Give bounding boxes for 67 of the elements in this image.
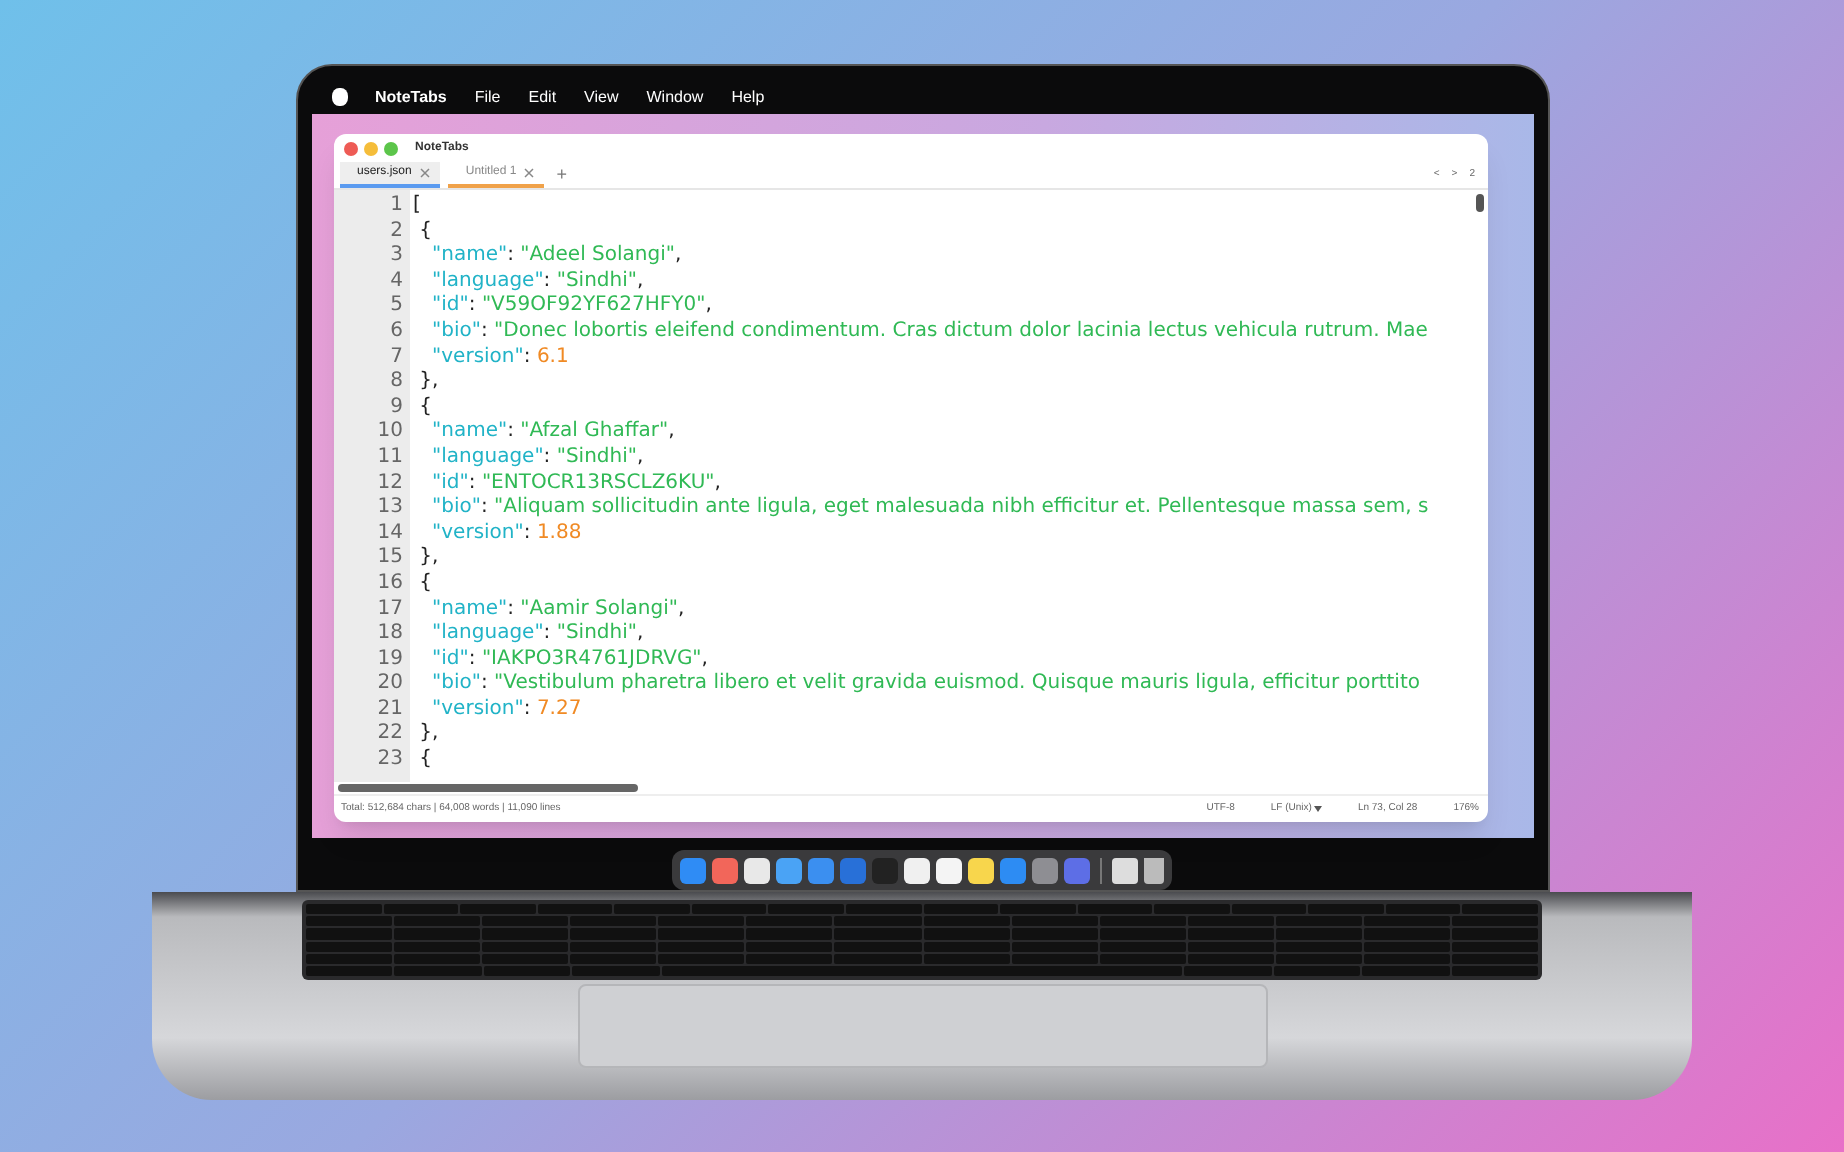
code-line: "name": "Adeel Solangi", bbox=[430, 244, 684, 270]
line-number: 10 bbox=[377, 420, 403, 446]
menu-item[interactable]: Window bbox=[646, 85, 704, 109]
line-number: 22 bbox=[377, 722, 403, 749]
close-tab-icon[interactable] bbox=[524, 168, 535, 178]
line-number: 4 bbox=[390, 269, 403, 295]
code-line: "bio": "Aliquam sollicitudin ante ligula, eget malesuada nibh efficitur et. Pellentesque massa sem, s bbox=[430, 496, 1431, 522]
code-line: [ bbox=[413, 194, 423, 220]
line-number: 13 bbox=[377, 496, 403, 522]
maximize-button[interactable] bbox=[383, 141, 397, 155]
line-number: 15 bbox=[377, 546, 403, 572]
dock-app-icon[interactable] bbox=[968, 857, 994, 883]
code-line: "name": "Aamir Solangi", bbox=[430, 597, 687, 622]
code-line: "version": 6.1 bbox=[430, 345, 571, 370]
menu-item[interactable]: Edit bbox=[528, 85, 557, 109]
menu-item[interactable]: Help bbox=[731, 85, 765, 109]
dock-app-icon[interactable] bbox=[744, 857, 770, 883]
trash-icon[interactable] bbox=[1144, 857, 1164, 883]
line-number: 17 bbox=[377, 597, 403, 623]
code-line: }, bbox=[417, 370, 441, 396]
app-menu[interactable]: NoteTabs bbox=[375, 85, 447, 109]
code-line: { bbox=[417, 395, 434, 421]
code-line: { bbox=[417, 748, 435, 774]
line-number: 19 bbox=[377, 647, 403, 673]
dock-app-icon[interactable] bbox=[904, 857, 930, 883]
new-tab-button[interactable]: + bbox=[556, 162, 567, 188]
code-line: "language": "Sindhi", bbox=[430, 622, 646, 648]
line-number: 2 bbox=[390, 219, 403, 245]
code-line: "id": "ENTOCR13RSCLZ6KU", bbox=[430, 471, 723, 496]
line-number: 5 bbox=[390, 294, 403, 320]
code-line: "language": "Sindhi", bbox=[430, 269, 646, 294]
vertical-scrollbar[interactable] bbox=[1475, 194, 1483, 212]
line-number: 7 bbox=[390, 345, 403, 371]
line-number: 11 bbox=[377, 445, 403, 472]
code-line: "name": "Afzal Ghaffar", bbox=[430, 420, 677, 446]
close-tab-icon[interactable] bbox=[419, 168, 430, 178]
code-line: "id": "V59OF92YF627HFY0", bbox=[430, 294, 714, 320]
close-button[interactable] bbox=[343, 141, 357, 155]
line-number: 1 bbox=[390, 194, 403, 220]
line-number: 16 bbox=[377, 571, 403, 597]
code-line: "version": 7.27 bbox=[430, 697, 584, 722]
line-number: 20 bbox=[377, 672, 403, 698]
menu-item[interactable]: View bbox=[584, 85, 619, 109]
line-number: 12 bbox=[377, 471, 403, 497]
line-number: 6 bbox=[390, 319, 403, 346]
code-line: { bbox=[417, 219, 434, 245]
line-number: 23 bbox=[377, 748, 403, 774]
code-line: "version": 1.88 bbox=[430, 521, 584, 546]
code-line: "bio": "Vestibulum pharetra libero et velit gravida euismod. Quisque mauris ligula, efficitur porttito bbox=[430, 672, 1422, 698]
line-number: 18 bbox=[377, 622, 403, 648]
code-line: { bbox=[417, 571, 435, 597]
code-line: }, bbox=[417, 722, 441, 748]
code-line: "id": "IAKPO3R4761JDRVG", bbox=[430, 647, 710, 672]
code-line: "language": "Sindhi", bbox=[430, 445, 646, 472]
line-number: 9 bbox=[390, 395, 403, 421]
menu-item[interactable]: File bbox=[474, 85, 501, 109]
dock-app-icon[interactable] bbox=[936, 857, 962, 883]
line-number: 8 bbox=[390, 370, 403, 396]
code-line: }, bbox=[417, 546, 441, 572]
line-number: 14 bbox=[377, 521, 403, 547]
trackpad[interactable] bbox=[577, 984, 1267, 1068]
line-number: 21 bbox=[377, 697, 403, 723]
caret-icon bbox=[1313, 806, 1322, 812]
horizontal-scrollbar[interactable] bbox=[337, 784, 637, 792]
dock-app-icon[interactable] bbox=[776, 857, 802, 883]
code-line: "bio": "Donec lobortis eleifend condimentum. Cras dictum dolor lacinia lectus vehicula rutrum. Mae bbox=[430, 319, 1430, 346]
line-number: 3 bbox=[390, 244, 403, 270]
